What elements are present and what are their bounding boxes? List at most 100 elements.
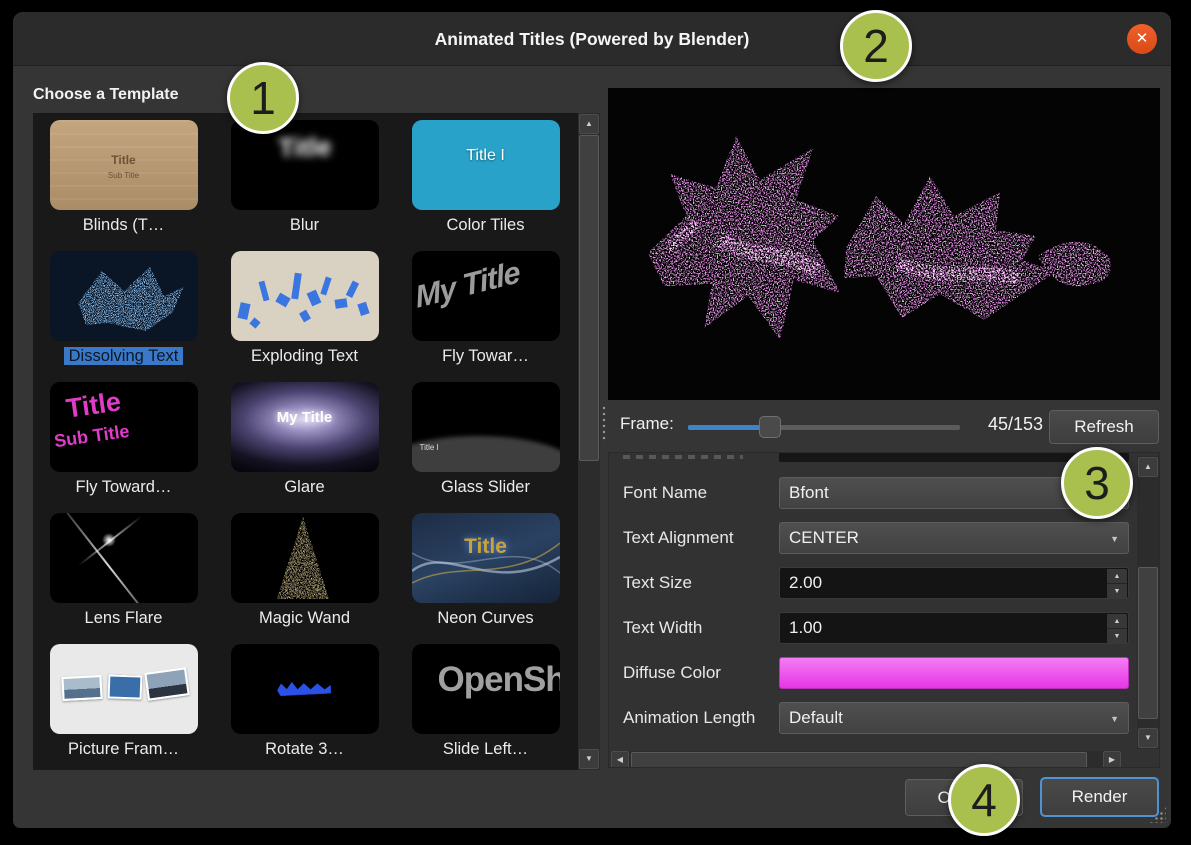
template-item-lens-flare[interactable]: Lens Flare — [33, 506, 214, 637]
photo-art — [61, 675, 102, 701]
animated-titles-dialog: Animated Titles (Powered by Blender) ✕ C… — [13, 12, 1171, 828]
thumb-text: OpenShot — [438, 660, 560, 700]
thumb-subtext: Sub Title — [52, 421, 130, 452]
photo-art — [107, 674, 142, 699]
template-item-neon-curves[interactable]: Title Neon Curves — [395, 506, 576, 637]
template-item-fly-towards[interactable]: My Title Fly Towar… — [395, 244, 576, 375]
template-item-blur[interactable]: Title Blur — [214, 113, 395, 244]
clipped-row-label — [623, 455, 743, 459]
thumb-text: Title — [412, 535, 560, 559]
template-label: Slide Left… — [395, 738, 576, 760]
template-thumbnail — [231, 251, 379, 341]
render-button[interactable]: Render — [1040, 777, 1159, 817]
template-label: Blinds (T… — [33, 214, 214, 236]
glass-ellipse-art — [412, 436, 560, 472]
stepper-buttons: ▲ ▼ — [1107, 569, 1127, 599]
dissolve-particles-art — [50, 251, 198, 341]
thumb-text: Title — [231, 129, 379, 165]
exploding-shards-art — [231, 251, 379, 341]
callout-badge-2: 2 — [840, 10, 912, 82]
template-thumbnail: Title — [412, 513, 560, 603]
refresh-button[interactable]: Refresh — [1049, 410, 1159, 444]
splitter-handle[interactable] — [602, 405, 606, 443]
template-thumbnail: My Title — [412, 251, 560, 341]
template-item-glass-slider[interactable]: Title I Glass Slider — [395, 375, 576, 506]
dropdown-value: Default — [789, 708, 843, 727]
step-up-icon[interactable]: ▲ — [1107, 614, 1127, 629]
magic-sparkle-art — [231, 513, 379, 603]
scroll-right-icon[interactable]: ▶ — [1103, 751, 1121, 768]
thumb-subtext: Sub Title — [50, 171, 198, 180]
rotate-text-art — [276, 679, 331, 697]
template-item-magic-wand[interactable]: Magic Wand — [214, 506, 395, 637]
template-item-exploding-text[interactable]: Exploding Text — [214, 244, 395, 375]
scroll-left-icon[interactable]: ◀ — [611, 751, 629, 768]
scroll-up-icon[interactable]: ▲ — [579, 114, 599, 134]
chevron-down-icon: ▼ — [1110, 703, 1119, 735]
scrollbar-thumb[interactable] — [631, 752, 1087, 768]
callout-badge-1: 1 — [227, 62, 299, 134]
text-alignment-dropdown[interactable]: CENTER ▼ — [779, 522, 1129, 554]
dropdown-value: CENTER — [789, 528, 859, 547]
frame-slider-handle[interactable] — [759, 416, 781, 438]
lens-flare-art — [102, 533, 116, 547]
template-item-glare[interactable]: My Title Glare — [214, 375, 395, 506]
close-icon[interactable]: ✕ — [1127, 24, 1157, 54]
scroll-down-icon[interactable]: ▼ — [1138, 728, 1158, 748]
frame-slider-fill — [688, 425, 770, 430]
field-label: Text Width — [623, 612, 702, 644]
thumb-text: Title I — [420, 443, 439, 452]
template-item-picture-frames[interactable]: Picture Fram… — [33, 637, 214, 768]
stepper-buttons: ▲ ▼ — [1107, 614, 1127, 644]
form-row-text-width: Text Width 1.00 ▲ ▼ — [609, 612, 1160, 644]
field-label: Text Alignment — [623, 522, 734, 554]
scrollbar-thumb[interactable] — [1138, 567, 1158, 719]
text-size-stepper[interactable]: 2.00 ▲ ▼ — [779, 567, 1129, 599]
stepper-value: 1.00 — [789, 618, 822, 637]
frame-slider[interactable] — [688, 416, 960, 438]
thumb-text: Title — [64, 386, 123, 424]
template-label: Blur — [214, 214, 395, 236]
template-thumbnail: My Title — [231, 382, 379, 472]
step-down-icon[interactable]: ▼ — [1107, 629, 1127, 644]
screen: Animated Titles (Powered by Blender) ✕ C… — [0, 0, 1191, 845]
animation-length-dropdown[interactable]: Default ▼ — [779, 702, 1129, 734]
template-thumbnail — [231, 513, 379, 603]
template-thumbnail — [50, 644, 198, 734]
diffuse-color-swatch[interactable] — [779, 657, 1129, 689]
template-item-rotate[interactable]: Rotate 3… — [214, 637, 395, 768]
template-thumbnail: Title Sub Title — [50, 120, 198, 210]
scrollbar-thumb[interactable] — [579, 135, 599, 461]
template-item-color-tiles[interactable]: Title I Color Tiles — [395, 113, 576, 244]
template-grid: Title Sub Title Blinds (T… Title Blur Ti… — [33, 113, 578, 768]
photo-art — [144, 667, 189, 701]
template-label: Rotate 3… — [214, 738, 395, 760]
title-bar[interactable]: Animated Titles (Powered by Blender) ✕ — [13, 12, 1171, 66]
text-width-stepper[interactable]: 1.00 ▲ ▼ — [779, 612, 1129, 644]
frame-label: Frame: — [620, 414, 674, 434]
lens-flare-art — [52, 513, 164, 603]
stepper-value: 2.00 — [789, 573, 822, 592]
template-list: Title Sub Title Blinds (T… Title Blur Ti… — [33, 113, 600, 770]
form-row-animation-length: Animation Length Default ▼ — [609, 702, 1160, 734]
template-label: Exploding Text — [214, 345, 395, 367]
field-label: Animation Length — [623, 702, 755, 734]
template-label: Glass Slider — [395, 476, 576, 498]
template-item-dissolving-text[interactable]: Dissolving Text — [33, 244, 214, 375]
scroll-down-icon[interactable]: ▼ — [579, 749, 599, 769]
dialog-title: Animated Titles (Powered by Blender) — [13, 12, 1171, 66]
template-item-slide-left[interactable]: OpenShot Slide Left… — [395, 637, 576, 768]
step-down-icon[interactable]: ▼ — [1107, 584, 1127, 599]
step-up-icon[interactable]: ▲ — [1107, 569, 1127, 584]
template-item-fly-toward[interactable]: Title Sub Title Fly Toward… — [33, 375, 214, 506]
template-label: Lens Flare — [33, 607, 214, 629]
field-label: Font Name — [623, 477, 707, 509]
template-item-blinds[interactable]: Title Sub Title Blinds (T… — [33, 113, 214, 244]
form-scrollbar-vertical[interactable]: ▲ ▼ — [1137, 456, 1159, 749]
form-row-text-size: Text Size 2.00 ▲ ▼ — [609, 567, 1160, 599]
template-scrollbar[interactable]: ▲ ▼ — [578, 113, 600, 770]
form-scrollbar-horizontal[interactable]: ◀ ▶ — [611, 751, 1121, 768]
choose-template-heading: Choose a Template — [33, 86, 179, 104]
scroll-up-icon[interactable]: ▲ — [1138, 457, 1158, 477]
template-thumbnail: Title Sub Title — [50, 382, 198, 472]
